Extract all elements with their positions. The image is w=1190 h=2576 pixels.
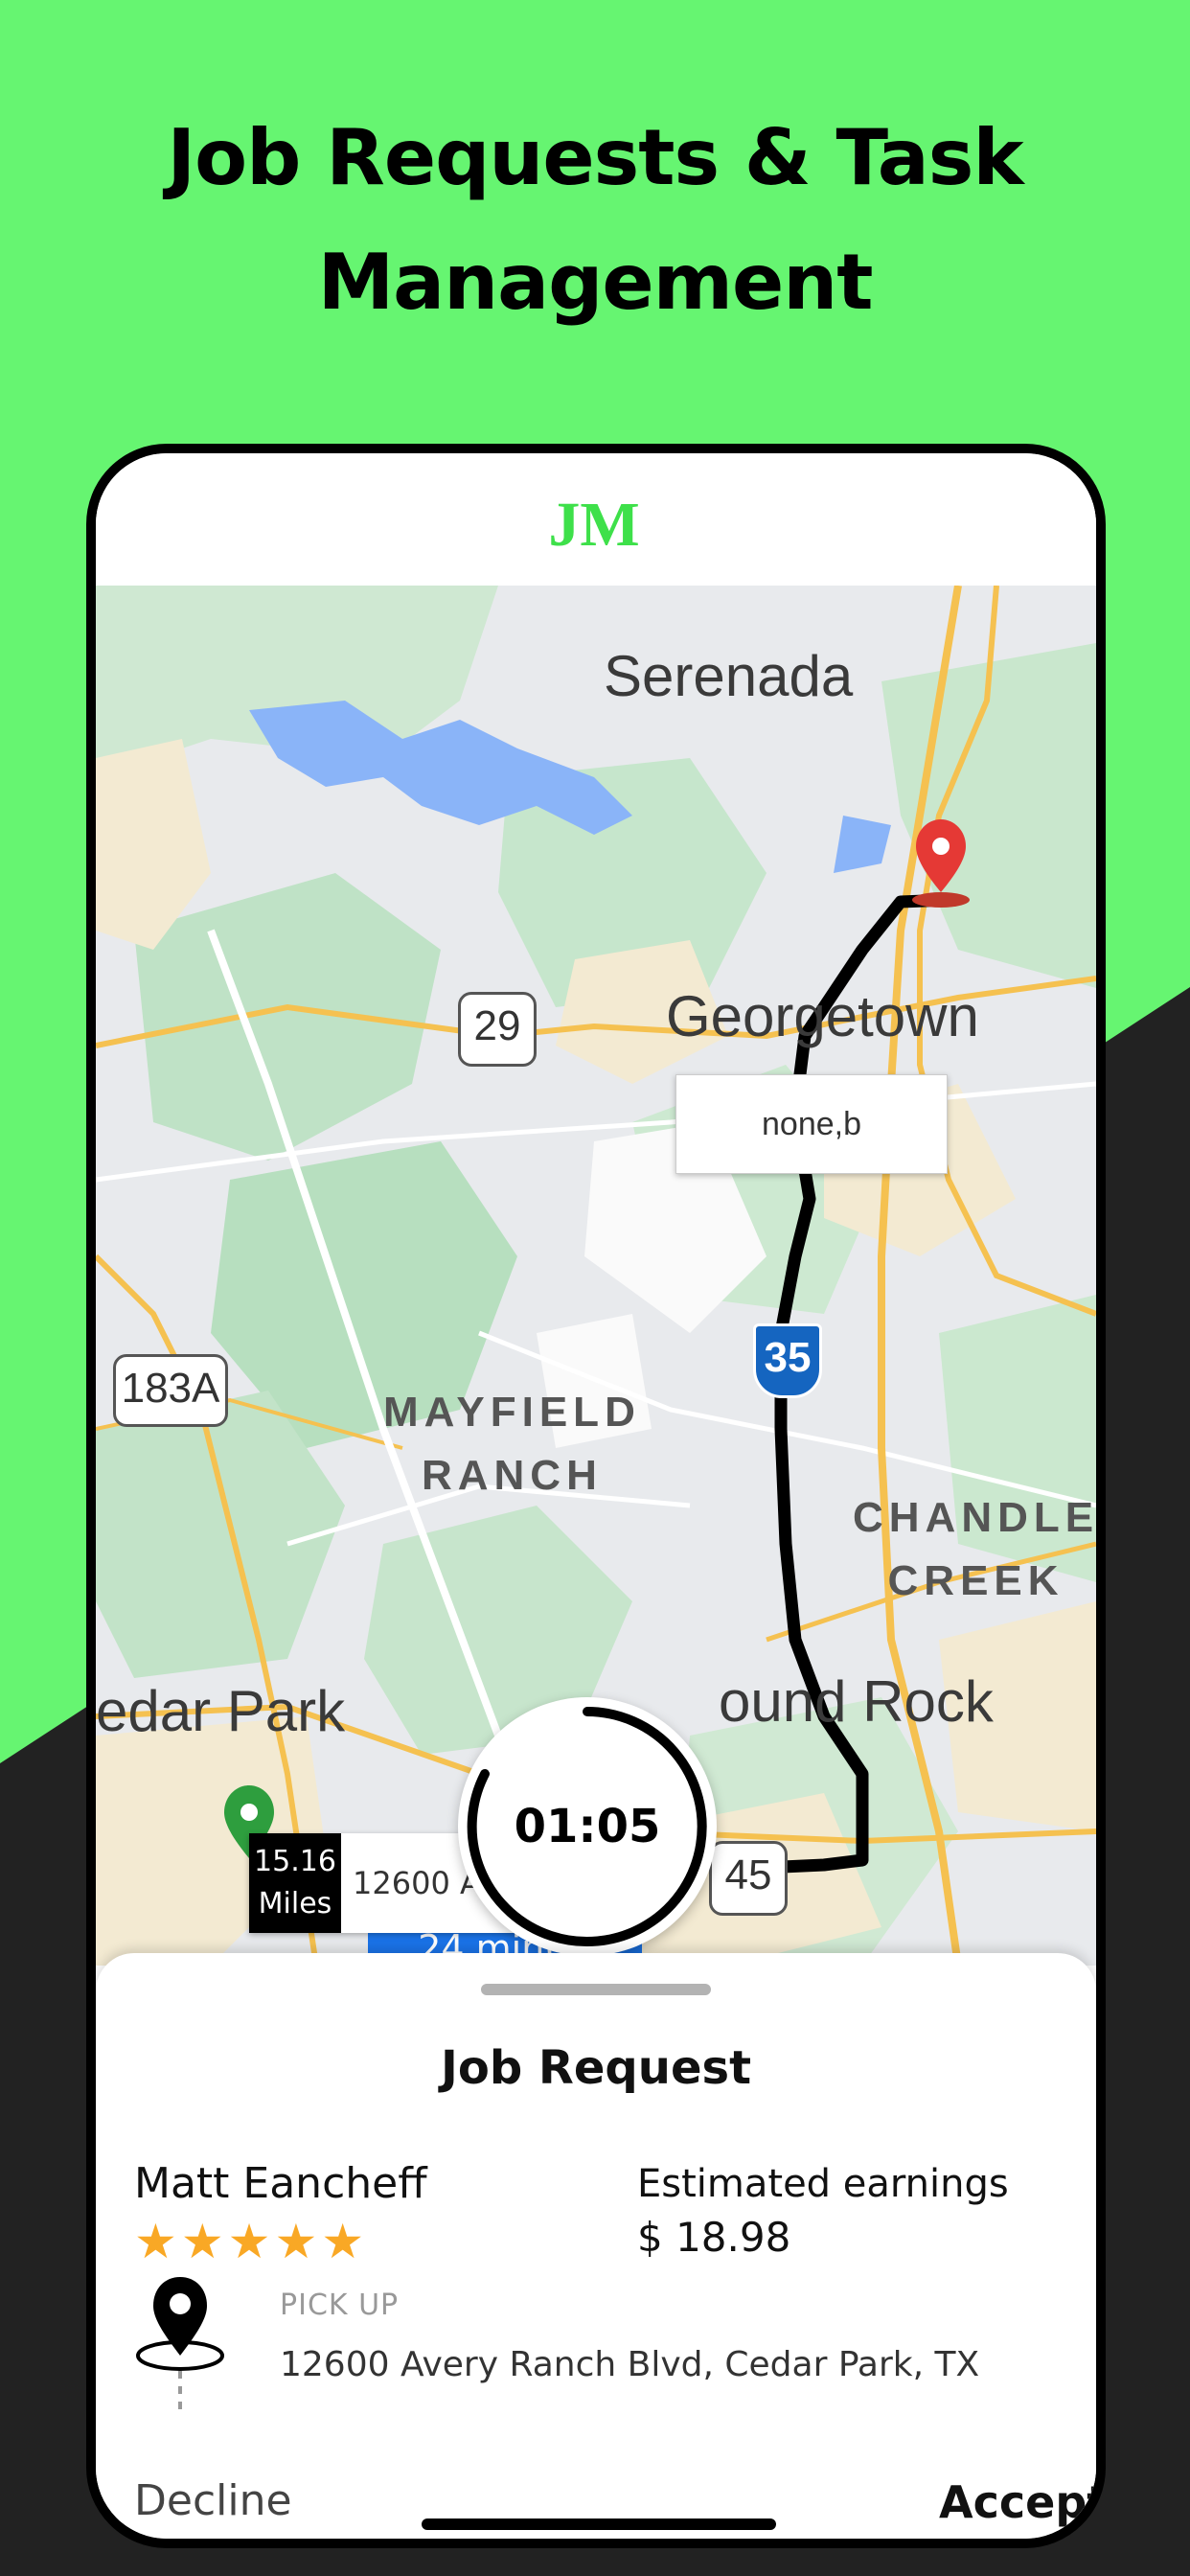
customer-name: Matt Eancheff [134,2159,427,2208]
headline: Job Requests & Task Management [0,96,1190,345]
place-georgetown: Georgetown [666,984,979,1048]
route-shield-183a: 183A [113,1354,228,1427]
place-serenada: Serenada [604,644,854,708]
pickup-address-box: 12600 Avery Ranch Blvd, Cedar Park, TX 7… [280,2336,1046,2407]
location-pin-icon [136,2277,224,2409]
distance-value: 15.16 [254,1845,336,1878]
route-map[interactable]: Serenada Georgetown MAYFIELD RANCH CHAND… [96,586,1096,1966]
headline-line-2: Management [317,238,874,327]
job-request-sheet: Job Request Matt Eancheff ★★★★★ Estimate… [96,1953,1096,2539]
place-round-rock: ound Rock [719,1669,994,1734]
destination-tag[interactable]: none,b [675,1074,948,1174]
place-chandler-creek: CHANDLE CREEK [853,1494,1096,1604]
place-cedar-park: edar Park [96,1679,346,1743]
sheet-title: Job Request [440,2041,752,2095]
pickup-address: 12600 Avery Ranch Blvd, Cedar Park, TX 7… [280,2345,980,2407]
route-shield-45: 45 [709,1841,788,1916]
distance-miles: 15.16 Miles [249,1833,341,1933]
place-mayfield-ranch: MAYFIELD RANCH [383,1389,641,1499]
svg-text:JM: JM [548,490,639,555]
sheet-drag-handle[interactable] [481,1984,711,1995]
timer-text: 01:05 [514,1800,661,1853]
phone-frame: JM Serenada Georgetown MAYFIELD RANCH CH… [86,444,1106,2548]
app-bar: JM [96,453,1096,587]
earnings-label: Estimated earnings [637,2162,1009,2206]
route-shield-35: 35 [753,1323,822,1398]
decline-button[interactable]: Decline [134,2476,292,2525]
pickup-label: PICK UP [280,2288,400,2322]
earnings-value: $ 18.98 [637,2214,791,2261]
accept-button[interactable]: Accept [939,2476,1096,2528]
headline-line-1: Job Requests & Task [167,113,1023,202]
home-indicator[interactable] [422,2518,776,2530]
countdown-timer: 01:05 [458,1697,717,1956]
rating-stars: ★★★★★ [134,2214,369,2269]
route-shield-29: 29 [458,992,537,1067]
distance-unit: Miles [258,1887,332,1920]
jm-logo: JM [548,490,639,555]
